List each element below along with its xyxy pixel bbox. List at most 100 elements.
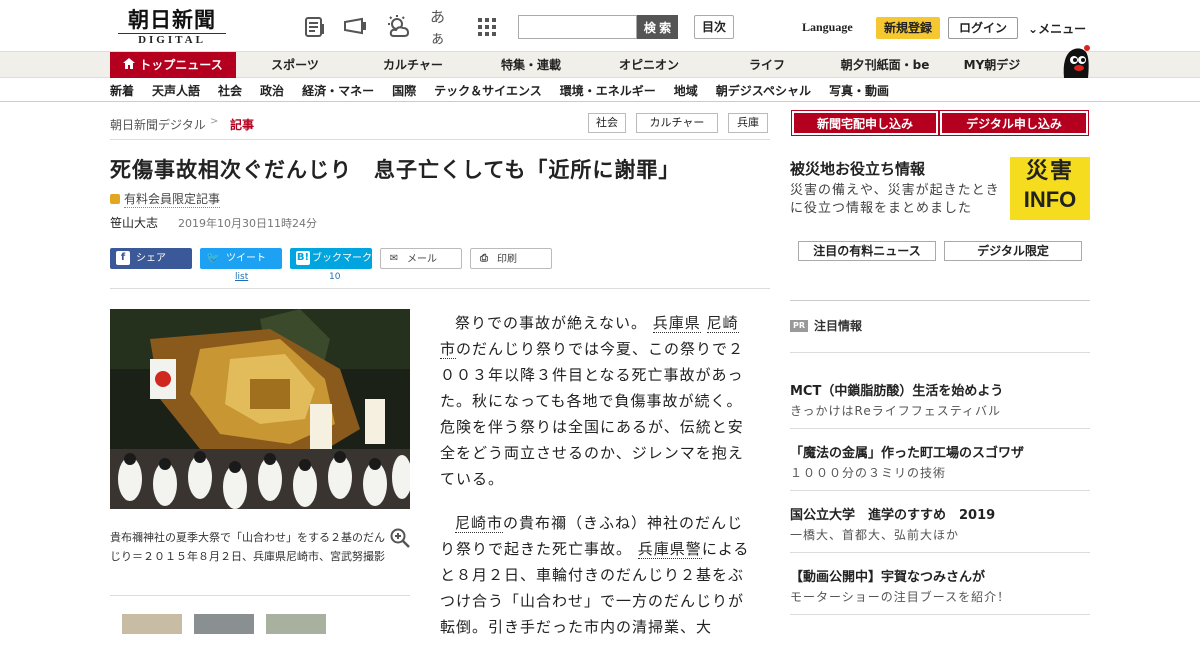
divider [790,490,1090,491]
link-amagasaki[interactable]: 尼崎市 [455,514,504,533]
facebook-share-label: シェア [136,253,166,264]
tab-top-news-label: トップニュース [139,58,223,72]
digital-signup-button[interactable]: デジタル申し込み [939,110,1089,136]
facebook-share-button[interactable]: f シェア [110,248,192,269]
printer-icon: ⎙ [480,253,488,264]
subnav-society[interactable]: 社会 [218,82,242,99]
promo-item[interactable]: MCT（中鎖脂肪酸）生活を始めよう きっかけはReライフフェスティバル [790,380,1090,419]
divider [790,552,1090,553]
subnav-international[interactable]: 国際 [392,82,416,99]
publish-date: 2019年10月30日11時24分 [178,217,317,230]
tag-hyogo[interactable]: 兵庫 [728,113,768,133]
hatena-count[interactable]: 10 [329,272,340,282]
subnav-new[interactable]: 新着 [110,82,134,99]
breadcrumb: 朝日新聞デジタル > 記事 社会 カルチャー 兵庫 [110,104,770,140]
subnav-environment[interactable]: 環境・エネルギー [560,82,656,99]
breadcrumb-home[interactable]: 朝日新聞デジタル [110,116,206,133]
tab-my-asadigi[interactable]: MY朝デジ [944,52,1040,78]
divider [790,300,1090,301]
divider [790,428,1090,429]
register-button[interactable]: 新規登録 [876,17,940,39]
promo-subtitle: 一橋大、首都大、弘前大ほか [790,528,960,542]
disaster-info-heading[interactable]: 被災地お役立ち情報 [790,158,925,179]
category-nav: トップニュース スポーツ カルチャー 特集・連載 オピニオン ライフ 朝夕刊紙面… [0,45,1200,78]
subnav-tech[interactable]: テック＆サイエンス [434,82,542,99]
subnav-photo[interactable]: 写真・動画 [829,82,889,99]
promo-subtitle: きっかけはReライフフェスティバル [790,404,1001,418]
language-link[interactable]: Language [802,20,853,35]
home-icon [123,52,136,78]
newspaper-icon[interactable] [302,14,328,40]
divider [790,614,1090,615]
grid-apps-icon[interactable] [474,14,500,40]
paragraph: 祭りでの事故が絶えない。 兵庫県 尼崎市のだんじり祭りでは今夏、この祭りで２００… [440,310,750,492]
search-button[interactable]: 検 索 [637,15,678,39]
divider [790,352,1090,353]
print-button[interactable]: ⎙ 印刷 [470,248,552,269]
tab-sports[interactable]: スポーツ [236,52,354,78]
hatena-bookmark-label: ブックマーク [312,253,372,264]
subnav-economy[interactable]: 経済・マネー [302,82,374,99]
mail-share-button[interactable]: ✉ メール [380,248,462,269]
index-button[interactable]: 目次 [694,15,734,39]
mail-share-label: メール [407,254,437,265]
photo-thumbnail[interactable] [194,614,254,634]
newspaper-delivery-button[interactable]: 新聞宅配申し込み [791,110,939,136]
link-hyogo-police[interactable]: 兵庫県警 [637,540,702,559]
twitter-share-button[interactable]: 🐦 ツイート [200,248,282,269]
article-photo[interactable] [110,309,410,509]
menu-button[interactable]: ⌄メニュー [1028,20,1086,37]
promo-subtitle: １０００分の３ミリの技術 [790,466,947,480]
tab-opinion[interactable]: オピニオン [590,52,708,78]
tab-life[interactable]: ライフ [708,52,826,78]
mascot-icon[interactable] [1060,42,1090,78]
search-input[interactable] [518,15,637,39]
digital-only-button[interactable]: デジタル限定 [944,241,1082,261]
mail-megaphone-icon[interactable] [342,14,368,40]
photo-caption: 貴布禰神社の夏季大祭で「山合わせ」をする２基のだんじり＝２０１５年８月２日、兵庫… [110,531,385,563]
promo-title: MCT（中鎖脂肪酸）生活を始めよう [790,384,1004,399]
tab-features[interactable]: 特集・連載 [472,52,590,78]
promo-item[interactable]: 【動画公開中】宇賀なつみさんが モーターショーの注目ブースを紹介！ [790,566,1090,605]
subnav-tenseijingo[interactable]: 天声人語 [152,82,200,99]
breadcrumb-separator: > [210,116,219,127]
subnav-region[interactable]: 地域 [674,82,698,99]
tab-newspaper[interactable]: 朝夕刊紙面・be [826,52,944,78]
article-column: 朝日新聞デジタル > 記事 社会 カルチャー 兵庫 死傷事故相次ぐだんじり 息子… [110,104,770,636]
hatena-icon: B! [296,251,310,265]
zoom-icon[interactable] [390,528,410,548]
promo-subtitle: モーターショーの注目ブースを紹介！ [790,590,1011,604]
body-text: のだんじり祭りでは今夏、この祭りで２００３年以降３件目となる死亡事故があった。秋… [440,340,745,488]
paid-member-label[interactable]: 有料会員限定記事 [110,190,221,208]
tab-culture[interactable]: カルチャー [354,52,472,78]
promo-item[interactable]: 「魔法の金属」作った町工場のスゴワザ １０００分の３ミリの技術 [790,442,1090,481]
tag-culture[interactable]: カルチャー [636,113,718,133]
tag-society[interactable]: 社会 [588,113,626,133]
tab-top-news[interactable]: トップニュース [110,52,236,78]
disaster-info-banner[interactable]: 災害 INFO [1010,157,1090,220]
subnav-politics[interactable]: 政治 [260,82,284,99]
print-label: 印刷 [497,254,517,265]
twitter-share-label: ツイート [226,253,266,264]
disaster-info-text: 災害の備えや、災害が起きたときに役立つ情報をまとめました [790,183,1000,216]
mail-icon: ✉ [389,253,399,264]
chevron-down-icon: ⌄ [1028,22,1039,36]
link-hyogo[interactable]: 兵庫県 [652,314,701,333]
photo-thumbnail[interactable] [266,614,326,634]
paid-news-button[interactable]: 注目の有料ニュース [798,241,936,261]
twitter-count[interactable]: list [235,272,248,282]
weather-icon[interactable] [386,14,412,40]
lock-icon [110,194,120,204]
site-header: 朝日新聞 DIGITAL あぁ 検 索 目次 Language 新規登録 ログイ… [0,0,1200,52]
paragraph: 尼崎市の貴布禰（きふね）神社のだんじり祭りで起きた死亡事故。 兵庫県警によると８… [440,510,750,640]
pr-label: 注目情報 [814,319,863,333]
hatena-bookmark-button[interactable]: B! ブックマーク [290,248,372,269]
body-text: 祭りでの事故が絶えない。 [455,314,648,332]
subnav-special[interactable]: 朝デジスペシャル [716,82,811,99]
breadcrumb-current: 記事 [230,118,255,132]
font-size-icon[interactable]: あぁ [430,8,456,47]
promo-item[interactable]: 国公立大学 進学のすすめ 2019 一橋大、首都大、弘前大ほか [790,504,1090,543]
photo-thumbnail[interactable] [122,614,182,634]
site-logo[interactable]: 朝日新聞 DIGITAL [118,8,226,48]
login-button[interactable]: ログイン [948,17,1018,39]
